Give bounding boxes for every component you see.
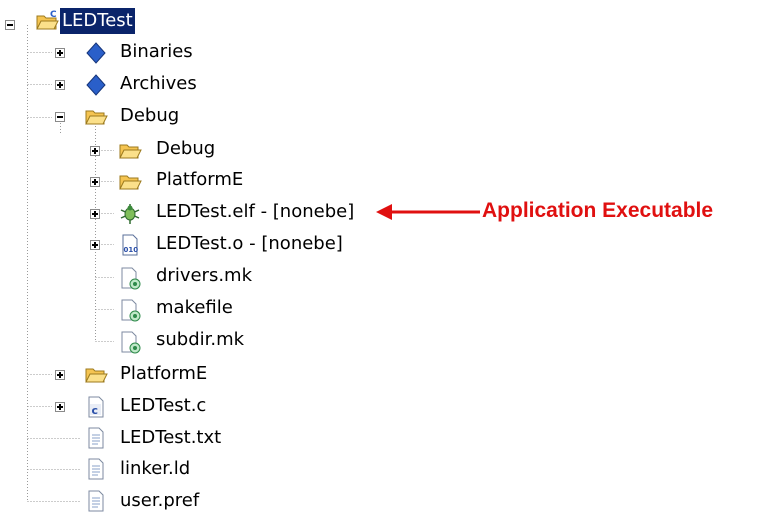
svg-text:010: 010 bbox=[124, 246, 139, 254]
tree-item-drivers-mk[interactable]: drivers.mk bbox=[0, 263, 280, 295]
object-file-icon: 010 bbox=[118, 233, 142, 257]
tree-item-label: LEDTest bbox=[60, 8, 135, 34]
tree-item-label: LEDTest.elf - [nonebe] bbox=[156, 201, 355, 222]
tree-item-label: LEDTest.c bbox=[120, 395, 207, 416]
expand-toggle[interactable] bbox=[90, 177, 100, 187]
tree-item-debug-subfolder[interactable]: Debug bbox=[0, 136, 260, 168]
c-source-file-icon: c bbox=[84, 395, 108, 419]
tree-item-ledtest-txt[interactable]: LEDTest.txt bbox=[0, 424, 240, 456]
tree-item-label: Archives bbox=[120, 73, 197, 94]
tree-item-debug-folder[interactable]: Debug bbox=[0, 102, 220, 134]
binaries-icon bbox=[84, 41, 108, 65]
tree-item-label: PlatformE bbox=[120, 363, 208, 384]
c-project-folder-icon: C bbox=[35, 9, 59, 33]
expand-toggle[interactable] bbox=[55, 402, 65, 412]
svg-text:c: c bbox=[92, 404, 99, 417]
project-explorer-tree: C LEDTest Binaries Archives Debug Debug bbox=[0, 0, 774, 514]
tree-item-makefile[interactable]: makefile bbox=[0, 295, 280, 327]
folder-icon bbox=[118, 170, 142, 194]
text-file-icon bbox=[84, 489, 108, 513]
text-file-icon bbox=[84, 457, 108, 481]
archives-icon bbox=[84, 73, 108, 97]
folder-open-icon bbox=[84, 105, 108, 129]
folder-icon bbox=[84, 363, 108, 387]
tree-item-label: Debug bbox=[156, 138, 216, 159]
tree-item-linker-ld[interactable]: linker.ld bbox=[0, 455, 240, 487]
tree-item-subdir-mk[interactable]: subdir.mk bbox=[0, 327, 280, 359]
expand-toggle[interactable] bbox=[90, 209, 100, 219]
expand-toggle[interactable] bbox=[55, 48, 65, 58]
make-file-icon bbox=[118, 266, 142, 290]
tree-item-label: subdir.mk bbox=[156, 329, 245, 350]
tree-item-platforme-subfolder[interactable]: PlatformE bbox=[0, 167, 280, 199]
tree-item-label: linker.ld bbox=[120, 458, 191, 479]
make-file-icon bbox=[118, 298, 142, 322]
folder-icon bbox=[118, 139, 142, 163]
expand-toggle[interactable] bbox=[90, 146, 100, 156]
expand-toggle[interactable] bbox=[55, 370, 65, 380]
tree-item-label: makefile bbox=[156, 297, 233, 318]
tree-item-platforme-folder[interactable]: PlatformE bbox=[0, 360, 220, 392]
tree-item-ledtest-c[interactable]: c LEDTest.c bbox=[0, 392, 220, 424]
tree-item-ledtest-project[interactable]: C LEDTest bbox=[0, 6, 180, 38]
collapse-toggle[interactable] bbox=[5, 20, 15, 30]
tree-item-label: drivers.mk bbox=[156, 265, 253, 286]
expand-toggle[interactable] bbox=[55, 80, 65, 90]
tree-item-label: LEDTest.txt bbox=[120, 427, 222, 448]
annotation-label: Application Executable bbox=[482, 199, 714, 222]
tree-item-label: user.pref bbox=[120, 490, 200, 511]
collapse-toggle[interactable] bbox=[55, 112, 65, 122]
tree-item-binaries[interactable]: Binaries bbox=[0, 38, 220, 70]
tree-item-user-pref[interactable]: user.pref bbox=[0, 487, 240, 519]
tree-item-label: LEDTest.o - [nonebe] bbox=[156, 233, 343, 254]
expand-toggle[interactable] bbox=[90, 240, 100, 250]
tree-item-ledtest-o[interactable]: 010 LEDTest.o - [nonebe] bbox=[0, 230, 380, 262]
executable-bug-icon bbox=[118, 202, 142, 226]
tree-item-label: PlatformE bbox=[156, 169, 244, 190]
make-file-icon bbox=[118, 330, 142, 354]
annotation-arrow-icon bbox=[376, 204, 480, 220]
svg-text:C: C bbox=[50, 10, 57, 20]
tree-item-label: Debug bbox=[120, 105, 180, 126]
tree-item-ledtest-elf[interactable]: LEDTest.elf - [nonebe] bbox=[0, 199, 380, 231]
tree-item-label: Binaries bbox=[120, 41, 193, 62]
text-file-icon bbox=[84, 426, 108, 450]
tree-item-archives[interactable]: Archives bbox=[0, 70, 220, 102]
